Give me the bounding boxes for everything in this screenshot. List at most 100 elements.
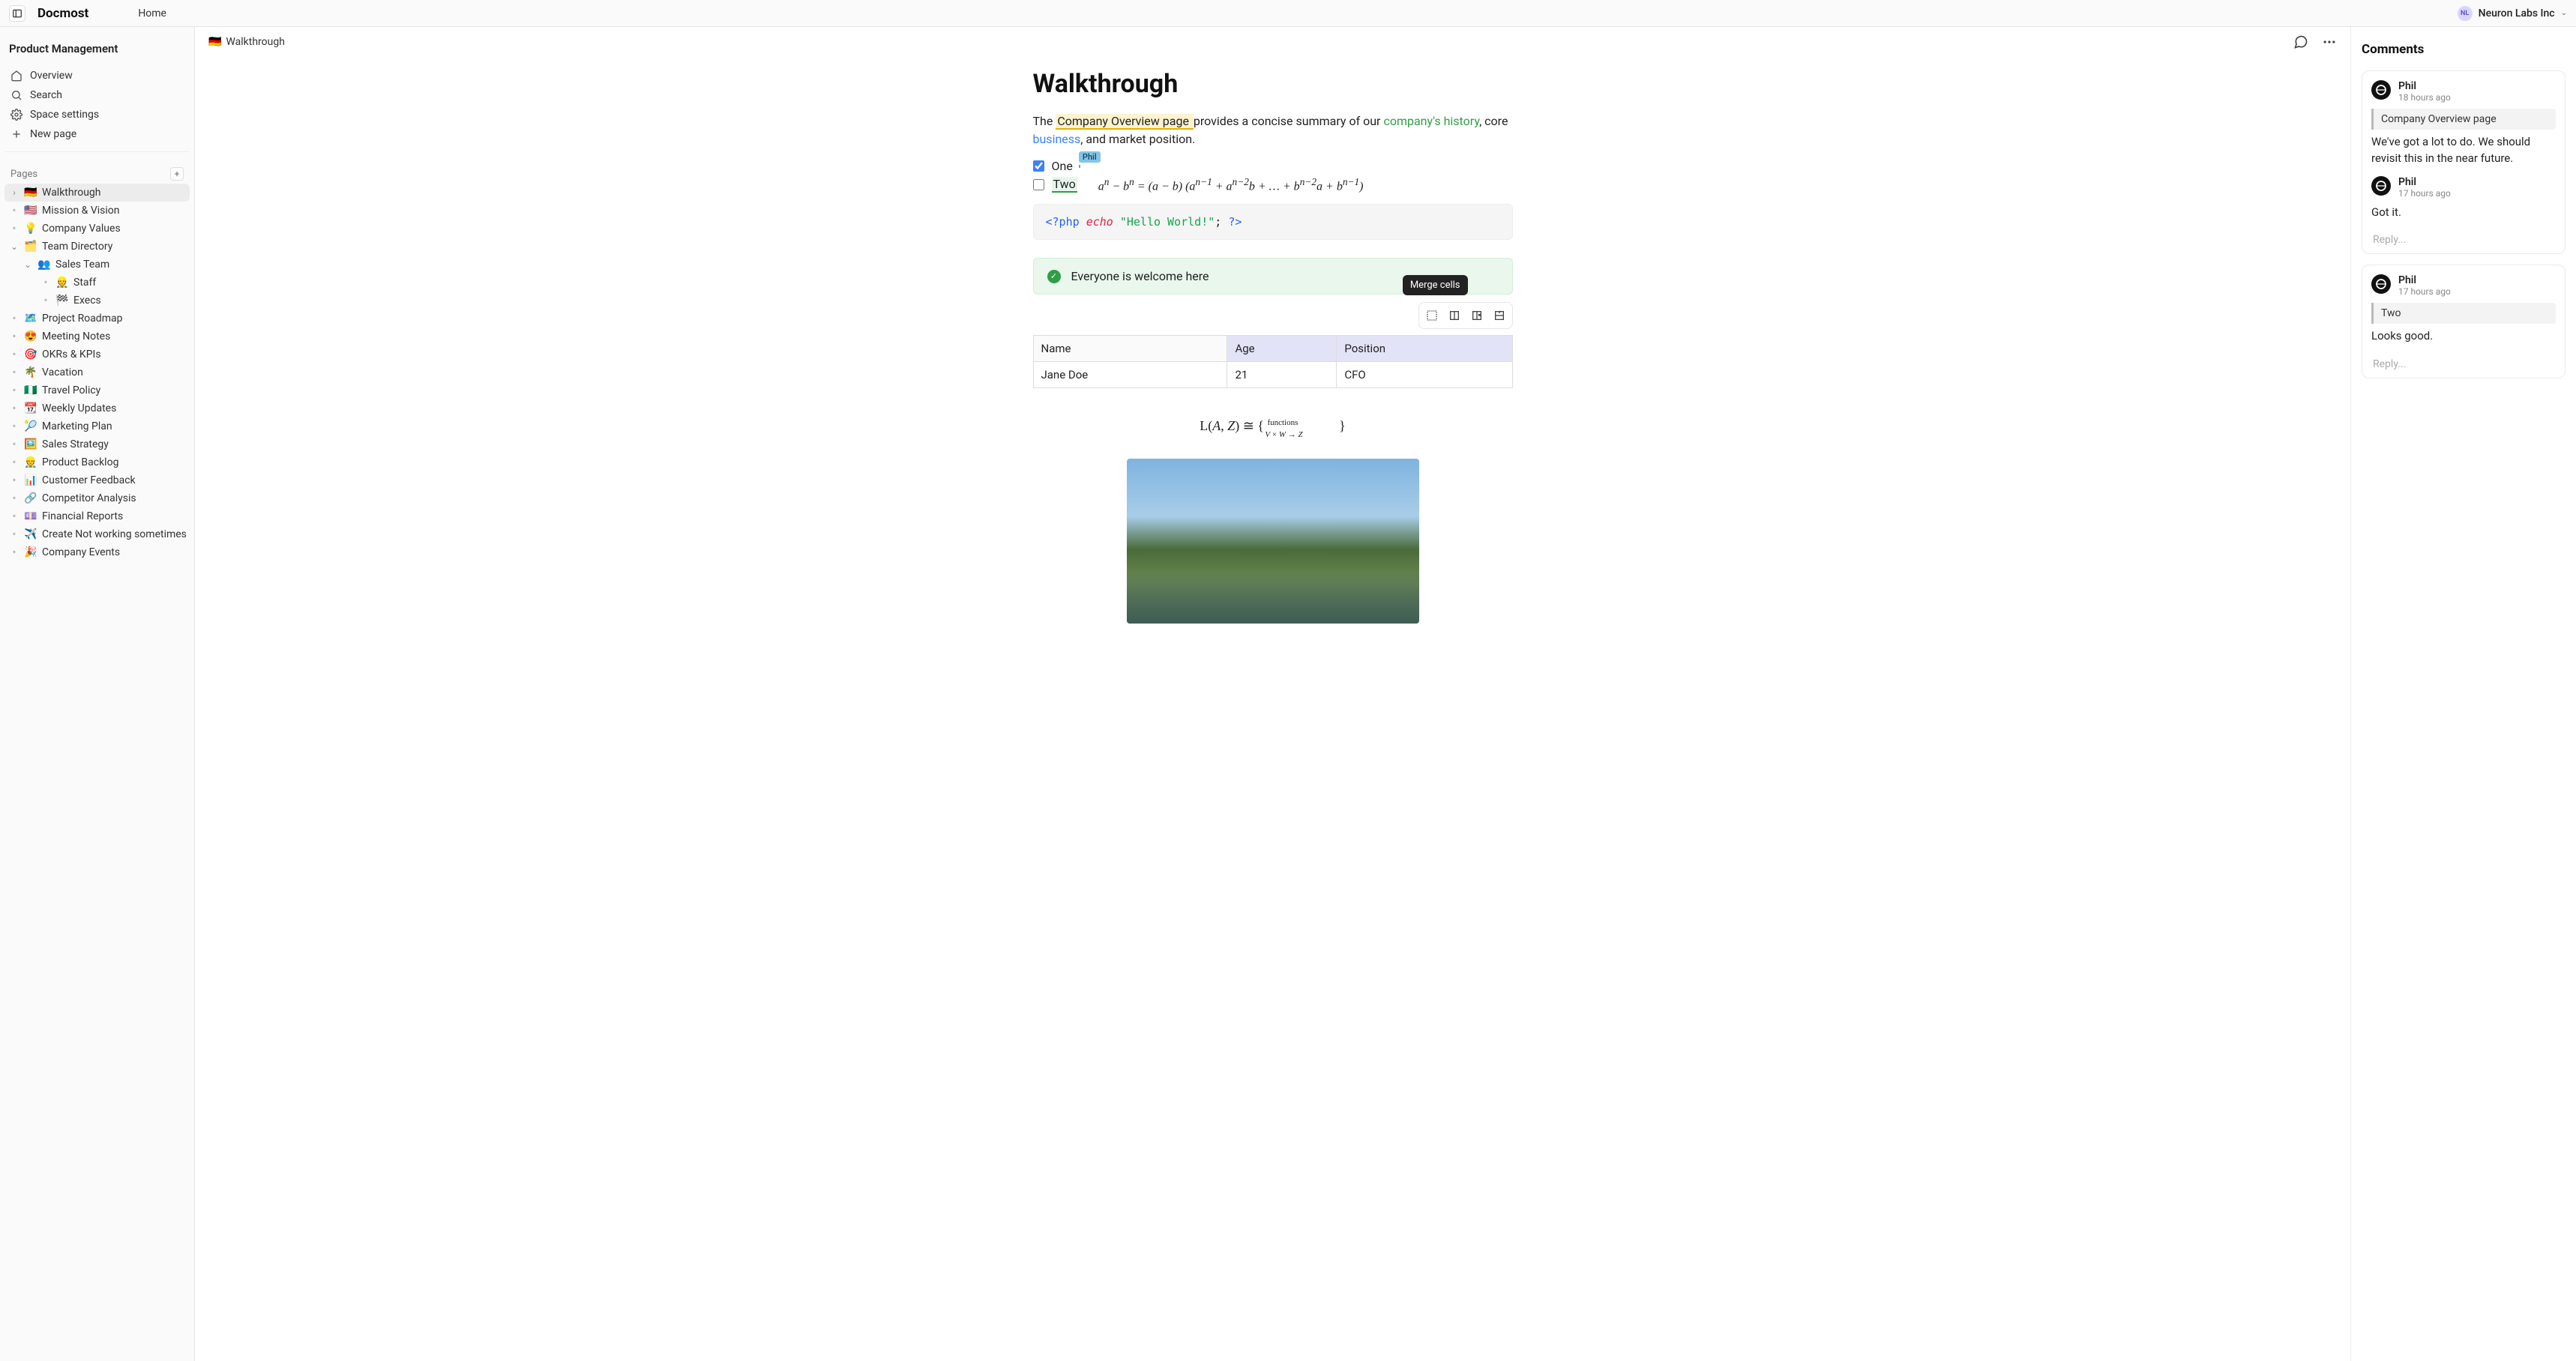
bullet-icon[interactable]: • [9, 546, 19, 558]
reply-input[interactable]: Reply... [2371, 229, 2556, 249]
bullet-icon[interactable]: • [9, 456, 19, 468]
check-one-label[interactable]: One [1052, 159, 1073, 173]
sidebar: Product Management Overview Search Space… [0, 27, 195, 1361]
bullet-icon[interactable]: • [9, 205, 19, 217]
page-label: Team Directory [42, 241, 187, 253]
callout-text: Everyone is welcome here [1071, 269, 1209, 283]
page-tree-item[interactable]: •📆Weekly Updates [4, 399, 190, 417]
page-label: Execs [73, 295, 187, 307]
page-tree-item[interactable]: •🗺️Project Roadmap [4, 310, 190, 328]
avatar [2371, 274, 2391, 294]
checkbox-two[interactable] [1033, 179, 1044, 190]
link-business[interactable]: business [1033, 132, 1081, 146]
math-block[interactable]: L(A, Z) ≅ { functionsV × W → Z } [1033, 418, 1513, 436]
checkbox-one[interactable] [1033, 160, 1044, 172]
space-title[interactable]: Product Management [4, 36, 190, 66]
highlighted-text: Company Overview page [1056, 114, 1194, 130]
sidebar-toggle-button[interactable] [9, 5, 25, 22]
bullet-icon[interactable]: • [40, 295, 51, 307]
th-name[interactable]: Name [1033, 336, 1227, 362]
intro-paragraph[interactable]: The Company Overview page provides a con… [1033, 112, 1513, 148]
bullet-icon[interactable]: • [40, 277, 51, 289]
nav-home-link[interactable]: Home [138, 7, 166, 19]
page-tree-item[interactable]: •🌴Vacation [4, 363, 190, 381]
table-row: Jane Doe 21 CFO [1033, 362, 1512, 388]
page-tree-item[interactable]: •💷Financial Reports [4, 507, 190, 525]
page-tree-item[interactable]: ›🇩🇪Walkthrough [4, 184, 190, 202]
comments-icon[interactable] [2293, 34, 2308, 49]
brand-logo[interactable]: Docmost [37, 6, 88, 21]
split-col-button[interactable] [1445, 306, 1464, 325]
page-tree-item[interactable]: •🎾Marketing Plan [4, 417, 190, 435]
page-tree-item[interactable]: •📊Customer Feedback [4, 471, 190, 489]
bullet-icon[interactable]: • [9, 348, 19, 360]
page-tree-item[interactable]: •👷Staff [4, 274, 190, 292]
org-switcher[interactable]: NL Neuron Labs Inc ⌄ [2458, 6, 2567, 21]
breadcrumb[interactable]: 🇩🇪 Walkthrough [208, 36, 285, 48]
gear-icon [10, 109, 22, 121]
bullet-icon[interactable]: • [9, 313, 19, 325]
sidebar-settings[interactable]: Space settings [4, 105, 190, 124]
th-age[interactable]: Age [1227, 336, 1337, 362]
merge-cells-button[interactable] [1422, 306, 1442, 325]
add-page-button[interactable]: + [170, 167, 184, 181]
breadcrumb-label: Walkthrough [226, 36, 284, 48]
bullet-icon[interactable]: • [9, 492, 19, 504]
th-position[interactable]: Position [1337, 336, 1512, 362]
caret-icon[interactable]: › [9, 187, 19, 198]
page-tree-item[interactable]: •😍Meeting Notes [4, 328, 190, 345]
page-tree-item[interactable]: •💡Company Values [4, 220, 190, 238]
caret-icon[interactable]: ⌄ [9, 241, 19, 252]
page-tree-item[interactable]: •✈️Create Not working sometimes [4, 525, 190, 543]
check-two-label[interactable]: Two [1052, 177, 1077, 193]
sidebar-new-page[interactable]: New page [4, 124, 190, 144]
td-age[interactable]: 21 [1227, 362, 1337, 388]
inline-math[interactable]: an − bn = (a − b) (an−1 + an−2b + … + bn… [1098, 176, 1364, 193]
bullet-icon[interactable]: • [9, 438, 19, 450]
page-emoji: 🎯 [24, 348, 37, 360]
bullet-icon[interactable]: • [9, 510, 19, 522]
page-tree-item[interactable]: •🔗Competitor Analysis [4, 489, 190, 507]
page-label: OKRs & KPIs [42, 348, 187, 360]
bullet-icon[interactable]: • [9, 402, 19, 414]
data-table[interactable]: Name Age Position Jane Doe 21 CFO [1033, 335, 1513, 388]
reply-input[interactable]: Reply... [2371, 354, 2556, 373]
bullet-icon[interactable]: • [9, 474, 19, 486]
page-emoji: 🇺🇸 [24, 205, 37, 217]
link-history[interactable]: company's history [1383, 114, 1479, 128]
page-label: Product Backlog [42, 456, 187, 468]
sidebar-overview[interactable]: Overview [4, 66, 190, 85]
page-tree-item[interactable]: ⌄🗂️Team Directory [4, 238, 190, 256]
comment-thread[interactable]: Phil17 hours agoTwoLooks good.Reply... [2362, 265, 2566, 378]
delete-row-button[interactable] [1490, 306, 1509, 325]
bullet-icon[interactable]: • [9, 528, 19, 540]
page-tree-item[interactable]: •👷Product Backlog [4, 453, 190, 471]
caret-icon[interactable]: ⌄ [22, 259, 33, 270]
page-label: Travel Policy [42, 384, 187, 396]
td-name[interactable]: Jane Doe [1033, 362, 1227, 388]
bullet-icon[interactable]: • [9, 223, 19, 235]
more-icon[interactable] [2322, 34, 2337, 49]
comment-thread[interactable]: Phil18 hours agoCompany Overview pageWe'… [2362, 70, 2566, 254]
sidebar-search[interactable]: Search [4, 85, 190, 105]
page-title[interactable]: Walkthrough [1033, 69, 1513, 99]
bullet-icon[interactable]: • [9, 384, 19, 396]
bullet-icon[interactable]: • [9, 331, 19, 342]
pages-section-label: Pages [10, 169, 37, 180]
page-tree-item[interactable]: • 🏁 Execs [4, 292, 190, 310]
page-emoji: 🏁 [55, 295, 69, 307]
bullet-icon[interactable]: • [9, 366, 19, 378]
td-position[interactable]: CFO [1337, 362, 1512, 388]
page-tree-item[interactable]: •🎉Company Events [4, 543, 190, 561]
page-tree-item[interactable]: •🇳🇬Travel Policy [4, 381, 190, 399]
page-tree-item[interactable]: •🖼️Sales Strategy [4, 435, 190, 453]
page-label: Sales Team [55, 259, 187, 271]
embedded-image[interactable] [1127, 459, 1419, 624]
comments-panel: Comments Phil18 hours agoCompany Overvie… [2351, 27, 2576, 1361]
page-tree-item[interactable]: • 🎯 OKRs & KPIs [4, 345, 190, 363]
code-block[interactable]: <?php echo "Hello World!"; ?> [1033, 204, 1513, 240]
page-tree-item[interactable]: •🇺🇸Mission & Vision [4, 202, 190, 220]
page-tree-item[interactable]: ⌄👥Sales Team [4, 256, 190, 274]
delete-col-button[interactable] [1467, 306, 1487, 325]
bullet-icon[interactable]: • [9, 420, 19, 432]
